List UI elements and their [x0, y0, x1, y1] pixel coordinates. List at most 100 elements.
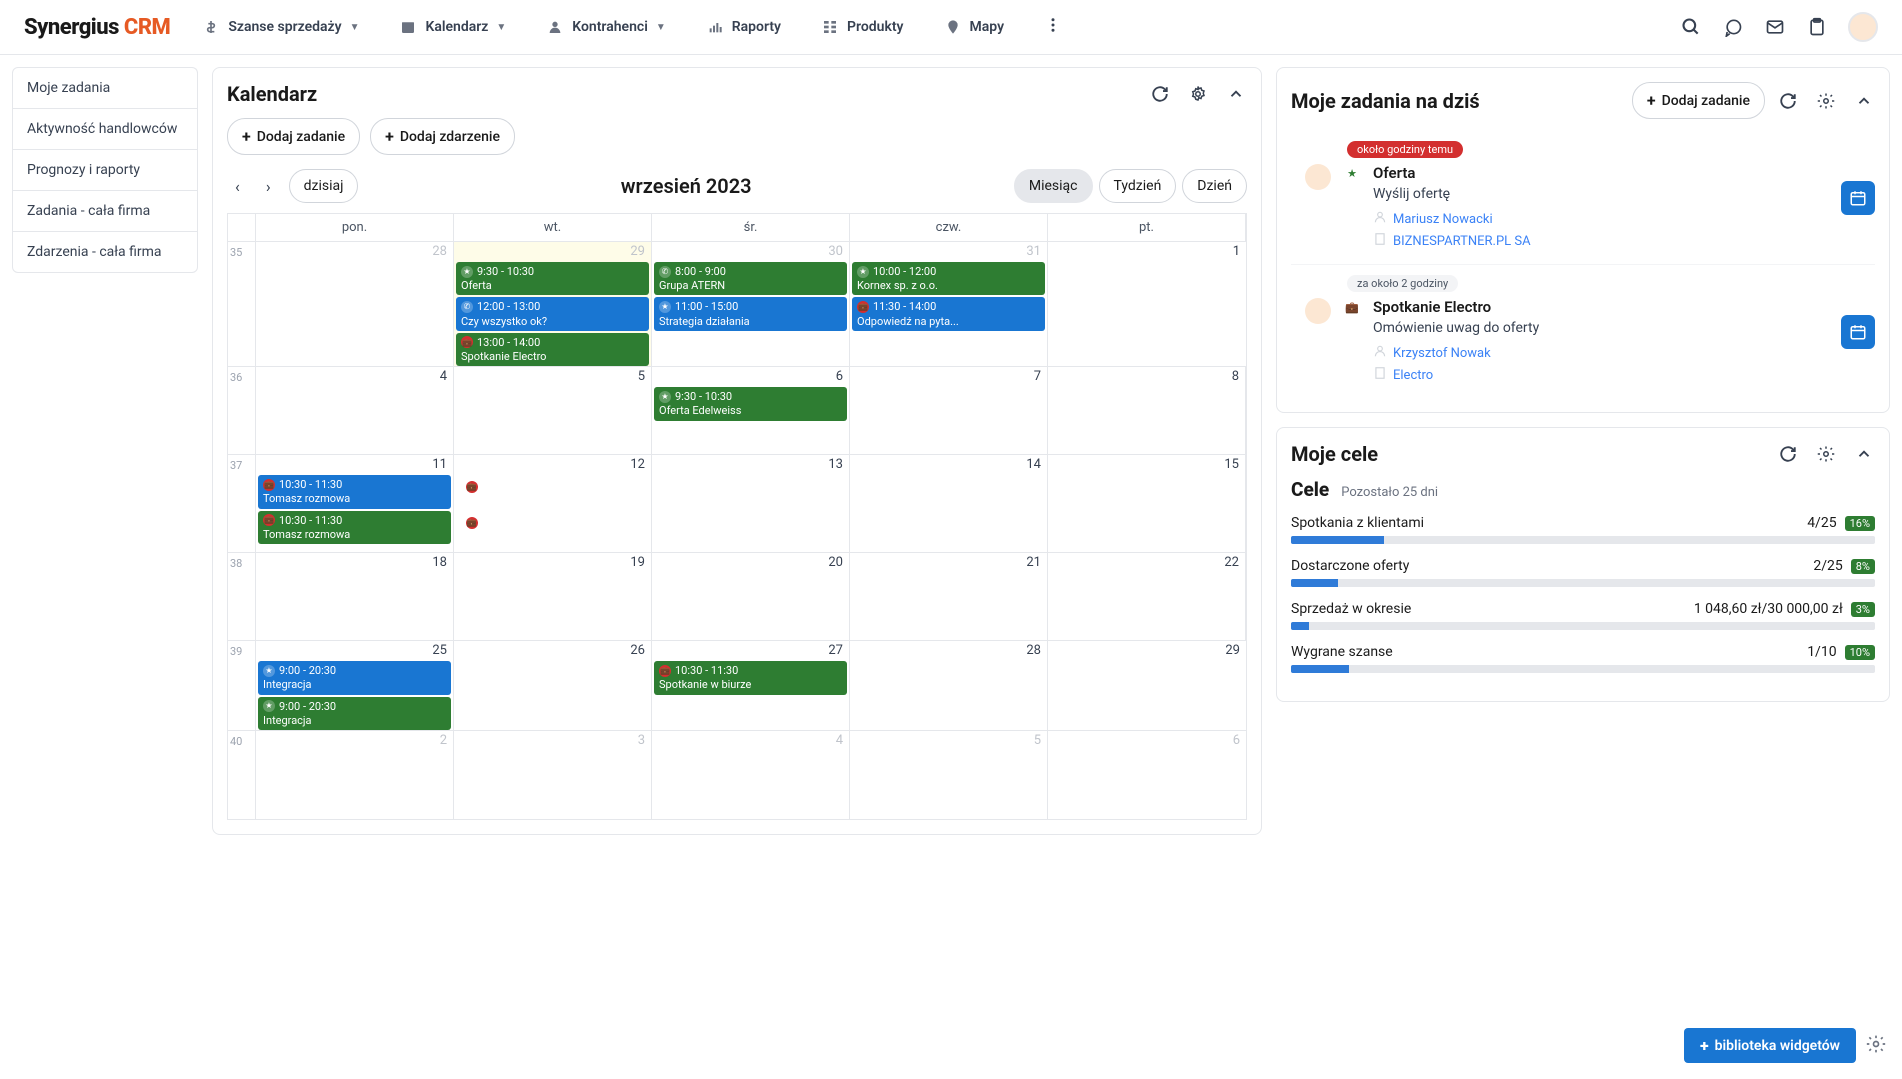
view-day-button[interactable]: Dzień [1182, 169, 1247, 203]
week-number: 38 [228, 553, 256, 640]
today-button[interactable]: dzisiaj [289, 169, 359, 203]
calendar-event-span[interactable]: 💼9:00 - 17:00Szkolenie [460, 513, 1067, 547]
gear-icon[interactable] [1187, 83, 1209, 105]
person-link[interactable]: Mariusz Nowacki [1393, 212, 1493, 227]
sidebar: Moje zadaniaAktywność handlowcówPrognozy… [12, 67, 198, 849]
calendar-event[interactable]: 💼10:30 - 11:30Tomasz rozmowa [258, 511, 451, 544]
next-month-button[interactable]: › [258, 173, 279, 200]
refresh-icon[interactable] [1149, 83, 1171, 105]
gear-icon[interactable] [1815, 443, 1837, 465]
calendar-event-span[interactable]: ★0:00 - 23:30Urlop [256, 575, 1270, 609]
time-badge: około godziny temu [1347, 141, 1463, 158]
chevron-up-icon[interactable] [1853, 90, 1875, 112]
day-cell[interactable]: 8 [1048, 367, 1246, 454]
day-cell[interactable]: 29★9:30 - 10:30Oferta✆12:00 - 13:00Czy w… [454, 242, 652, 366]
calendar-event[interactable]: ★11:00 - 15:00Strategia działania [654, 297, 847, 330]
day-cell[interactable]: 4 [652, 731, 850, 819]
gear-icon[interactable] [1866, 1034, 1886, 1058]
day-number: 7 [1034, 369, 1041, 384]
more-menu[interactable] [1044, 16, 1062, 38]
nav-item[interactable]: Szanse sprzedaży▼ [202, 16, 359, 38]
day-cell[interactable]: 7 [850, 367, 1048, 454]
bottom-bar: +biblioteka widgetów [1684, 1028, 1886, 1063]
calendar-event[interactable]: 💼13:00 - 14:00Spotkanie Electro [456, 333, 649, 366]
goal-value: 4/25 [1807, 515, 1836, 531]
nav-item[interactable]: Raporty [706, 16, 781, 38]
plus-icon: + [1647, 91, 1656, 110]
refresh-icon[interactable] [1777, 90, 1799, 112]
calendar-event[interactable]: ★9:00 - 20:30Integracja [258, 697, 451, 730]
week-number: 40 [228, 731, 256, 819]
day-cell[interactable]: 28 [850, 641, 1048, 730]
chevron-up-icon[interactable] [1853, 443, 1875, 465]
calendar-panel: Kalendarz +Dodaj zadanie +Dodaj zdarzeni… [212, 67, 1262, 835]
mail-icon[interactable] [1764, 16, 1786, 38]
gear-icon[interactable] [1815, 90, 1837, 112]
day-cell[interactable]: 29 [1048, 641, 1246, 730]
calendar-event[interactable]: ★9:30 - 10:30Oferta [456, 262, 649, 295]
nav-item[interactable]: Produkty [821, 16, 904, 38]
avatar[interactable] [1848, 12, 1878, 42]
calendar-event[interactable]: ★9:30 - 10:30Oferta Edelweiss [654, 387, 847, 420]
sidebar-item[interactable]: Moje zadania [12, 67, 198, 108]
calendar-event[interactable]: ✆8:00 - 9:00Grupa ATERN [654, 262, 847, 295]
company-link[interactable]: Electro [1393, 368, 1433, 383]
goal-pct: 8% [1851, 559, 1875, 574]
clipboard-icon[interactable] [1806, 16, 1828, 38]
day-cell[interactable]: 3 [454, 731, 652, 819]
chevron-down-icon: ▼ [350, 22, 360, 33]
day-cell[interactable]: 6 [1048, 731, 1246, 819]
company-link[interactable]: BIZNESPARTNER.PL SA [1393, 234, 1531, 249]
day-cell[interactable]: 5 [850, 731, 1048, 819]
sidebar-item[interactable]: Prognozy i raporty [12, 149, 198, 190]
day-cell[interactable]: 11💼10:30 - 11:30Tomasz rozmowa💼10:30 - 1… [256, 455, 454, 552]
view-week-button[interactable]: Tydzień [1099, 169, 1177, 203]
calendar-event[interactable]: ★10:00 - 12:00Kornex sp. z o.o. [852, 262, 1045, 295]
add-task-button[interactable]: +Dodaj zadanie [1632, 82, 1765, 119]
day-cell[interactable]: 2 [256, 731, 454, 819]
logo: Synergius CRM [24, 15, 170, 40]
day-number: 15 [1224, 457, 1239, 472]
sidebar-item[interactable]: Zadania - cała firma [12, 190, 198, 231]
day-cell[interactable]: 25★9:00 - 20:30Integracja★9:00 - 20:30In… [256, 641, 454, 730]
nav-item[interactable]: Kalendarz▼ [399, 16, 506, 38]
user-icon [546, 18, 564, 36]
sidebar-item[interactable]: Zdarzenia - cała firma [12, 231, 198, 273]
day-cell[interactable]: 31 ★10:00 - 12:00Kornex sp. z o.o.💼11:30 … [850, 242, 1048, 366]
day-cell[interactable]: 28 [256, 242, 454, 366]
add-event-button[interactable]: +Dodaj zdarzenie [370, 118, 515, 155]
day-cell[interactable]: 15 [1048, 455, 1246, 552]
calendar-event-span[interactable]: 💼9:00 - 17:00Szkolenie [460, 477, 1067, 511]
calendar-event[interactable]: 💼10:30 - 11:30Spotkanie w biurze [654, 661, 847, 694]
widgets-library-button[interactable]: +biblioteka widgetów [1684, 1028, 1856, 1063]
day-cell[interactable]: 30✆8:00 - 9:00Grupa ATERN★11:00 - 15:00S… [652, 242, 850, 366]
open-calendar-button[interactable] [1841, 315, 1875, 349]
person-link[interactable]: Krzysztof Nowak [1393, 346, 1491, 361]
view-month-button[interactable]: Miesiąc [1014, 169, 1093, 203]
nav-item[interactable]: Mapy [944, 16, 1005, 38]
plus-icon: + [242, 127, 251, 146]
prev-month-button[interactable]: ‹ [227, 173, 248, 200]
day-cell[interactable]: 26 [454, 641, 652, 730]
nav-item[interactable]: Kontrahenci▼ [546, 16, 665, 38]
open-calendar-button[interactable] [1841, 181, 1875, 215]
task-desc: Wyślij ofertę [1373, 186, 1875, 202]
building-icon [1373, 232, 1387, 250]
calendar-event[interactable]: ★9:00 - 20:30Integracja [258, 661, 451, 694]
more-icon[interactable] [1289, 16, 1311, 38]
search-icon[interactable] [1680, 16, 1702, 38]
refresh-icon[interactable] [1777, 443, 1799, 465]
day-number: 31 [1026, 244, 1041, 259]
chat-icon[interactable] [1722, 16, 1744, 38]
day-cell[interactable]: 27💼10:30 - 11:30Spotkanie w biurze [652, 641, 850, 730]
add-task-button[interactable]: +Dodaj zadanie [227, 118, 360, 155]
chevron-up-icon[interactable] [1225, 83, 1247, 105]
calendar-event[interactable]: ✆12:00 - 13:00Czy wszystko ok? [456, 297, 649, 330]
day-cell[interactable]: 1 [1048, 242, 1246, 366]
day-cell[interactable]: 6★9:30 - 10:30Oferta Edelweiss [652, 367, 850, 454]
calendar-event-span[interactable]: ★0:00 - 23:30Urlop [256, 389, 659, 423]
calendar-event[interactable]: 💼10:30 - 11:30Tomasz rozmowa [258, 475, 451, 508]
sidebar-item[interactable]: Aktywność handlowców [12, 108, 198, 149]
pin-icon [944, 18, 962, 36]
calendar-event[interactable]: 💼11:30 - 14:00Odpowiedź na pyta... [852, 297, 1045, 330]
